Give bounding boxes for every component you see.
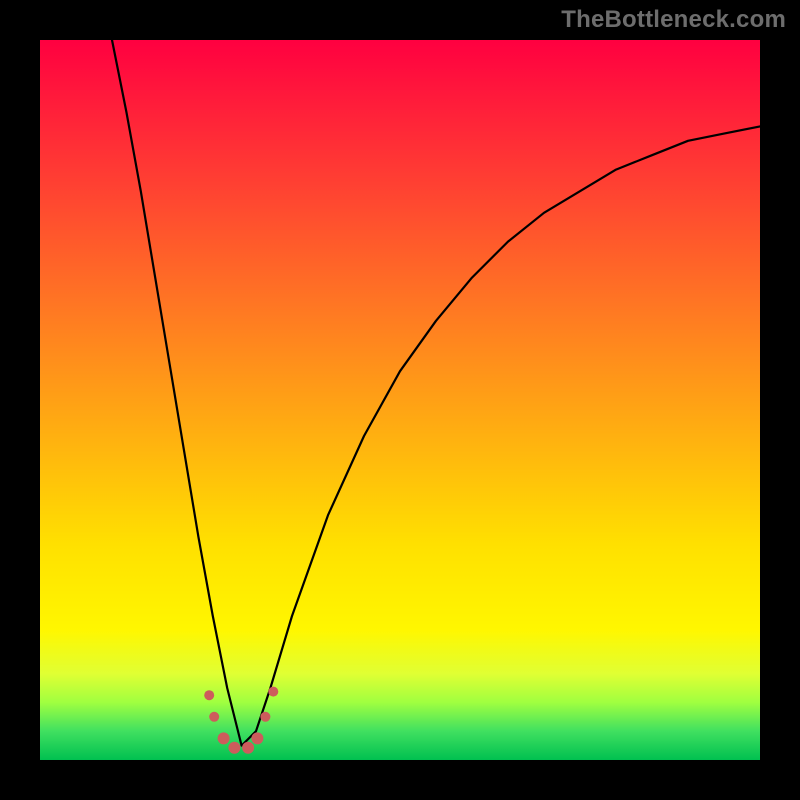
curve-marker <box>268 687 278 697</box>
plot-area <box>40 40 760 760</box>
curve-marker <box>209 712 219 722</box>
curve-marker <box>228 742 240 754</box>
chart-frame: TheBottleneck.com <box>0 0 800 800</box>
watermark-text: TheBottleneck.com <box>561 6 786 34</box>
curve-marker <box>251 732 263 744</box>
curve-marker <box>242 742 254 754</box>
curve-layer <box>40 40 760 760</box>
curve-marker <box>204 690 214 700</box>
bottleneck-curve <box>112 40 760 746</box>
curve-marker <box>260 712 270 722</box>
curve-marker <box>218 732 230 744</box>
